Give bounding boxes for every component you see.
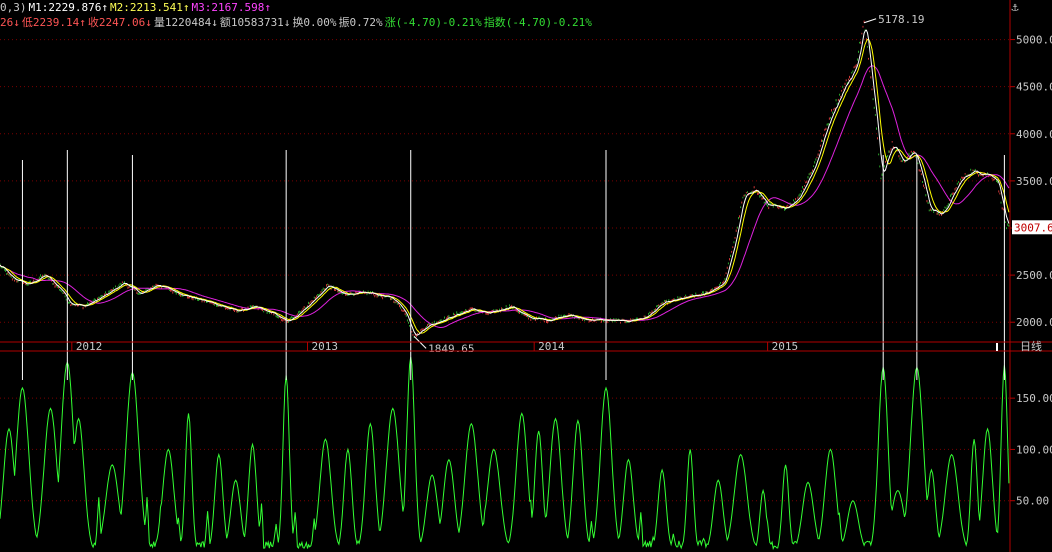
ma3-line — [0, 65, 1010, 328]
indicator-chart[interactable]: 150.00 100.00 50.00 — [0, 352, 1052, 552]
y-tick-label: 2000.00 — [1016, 316, 1052, 329]
annotation-leader — [863, 18, 877, 24]
y-tick-label: 150.00 — [1016, 392, 1052, 405]
x-tick-label: 2013 — [311, 340, 338, 352]
ma1-line — [0, 29, 1010, 336]
y-tick-label: 100.00 — [1016, 443, 1052, 456]
y-tick-label: 2500.00 — [1016, 269, 1052, 282]
price-chart[interactable]: 5000.004500.004000.003500.003000.002500.… — [0, 0, 1052, 352]
scroll-marker — [996, 343, 998, 351]
x-tick-label: 2012 — [76, 340, 103, 352]
y-tick-label: 3500.00 — [1016, 175, 1052, 188]
y-tick-label: 50.00 — [1016, 495, 1049, 508]
y-tick-label: 4000.00 — [1016, 128, 1052, 141]
indicator-line — [0, 357, 1010, 551]
price-annotation: 5178.19 — [878, 13, 924, 26]
x-tick-label: 2014 — [538, 340, 565, 352]
period-label: 日线 — [1020, 339, 1042, 352]
x-tick-label: 2015 — [772, 340, 799, 352]
current-price-label: 3007.6 — [1014, 221, 1052, 234]
y-tick-label: 4500.00 — [1016, 81, 1052, 94]
y-tick-label: 5000.00 — [1016, 34, 1052, 47]
